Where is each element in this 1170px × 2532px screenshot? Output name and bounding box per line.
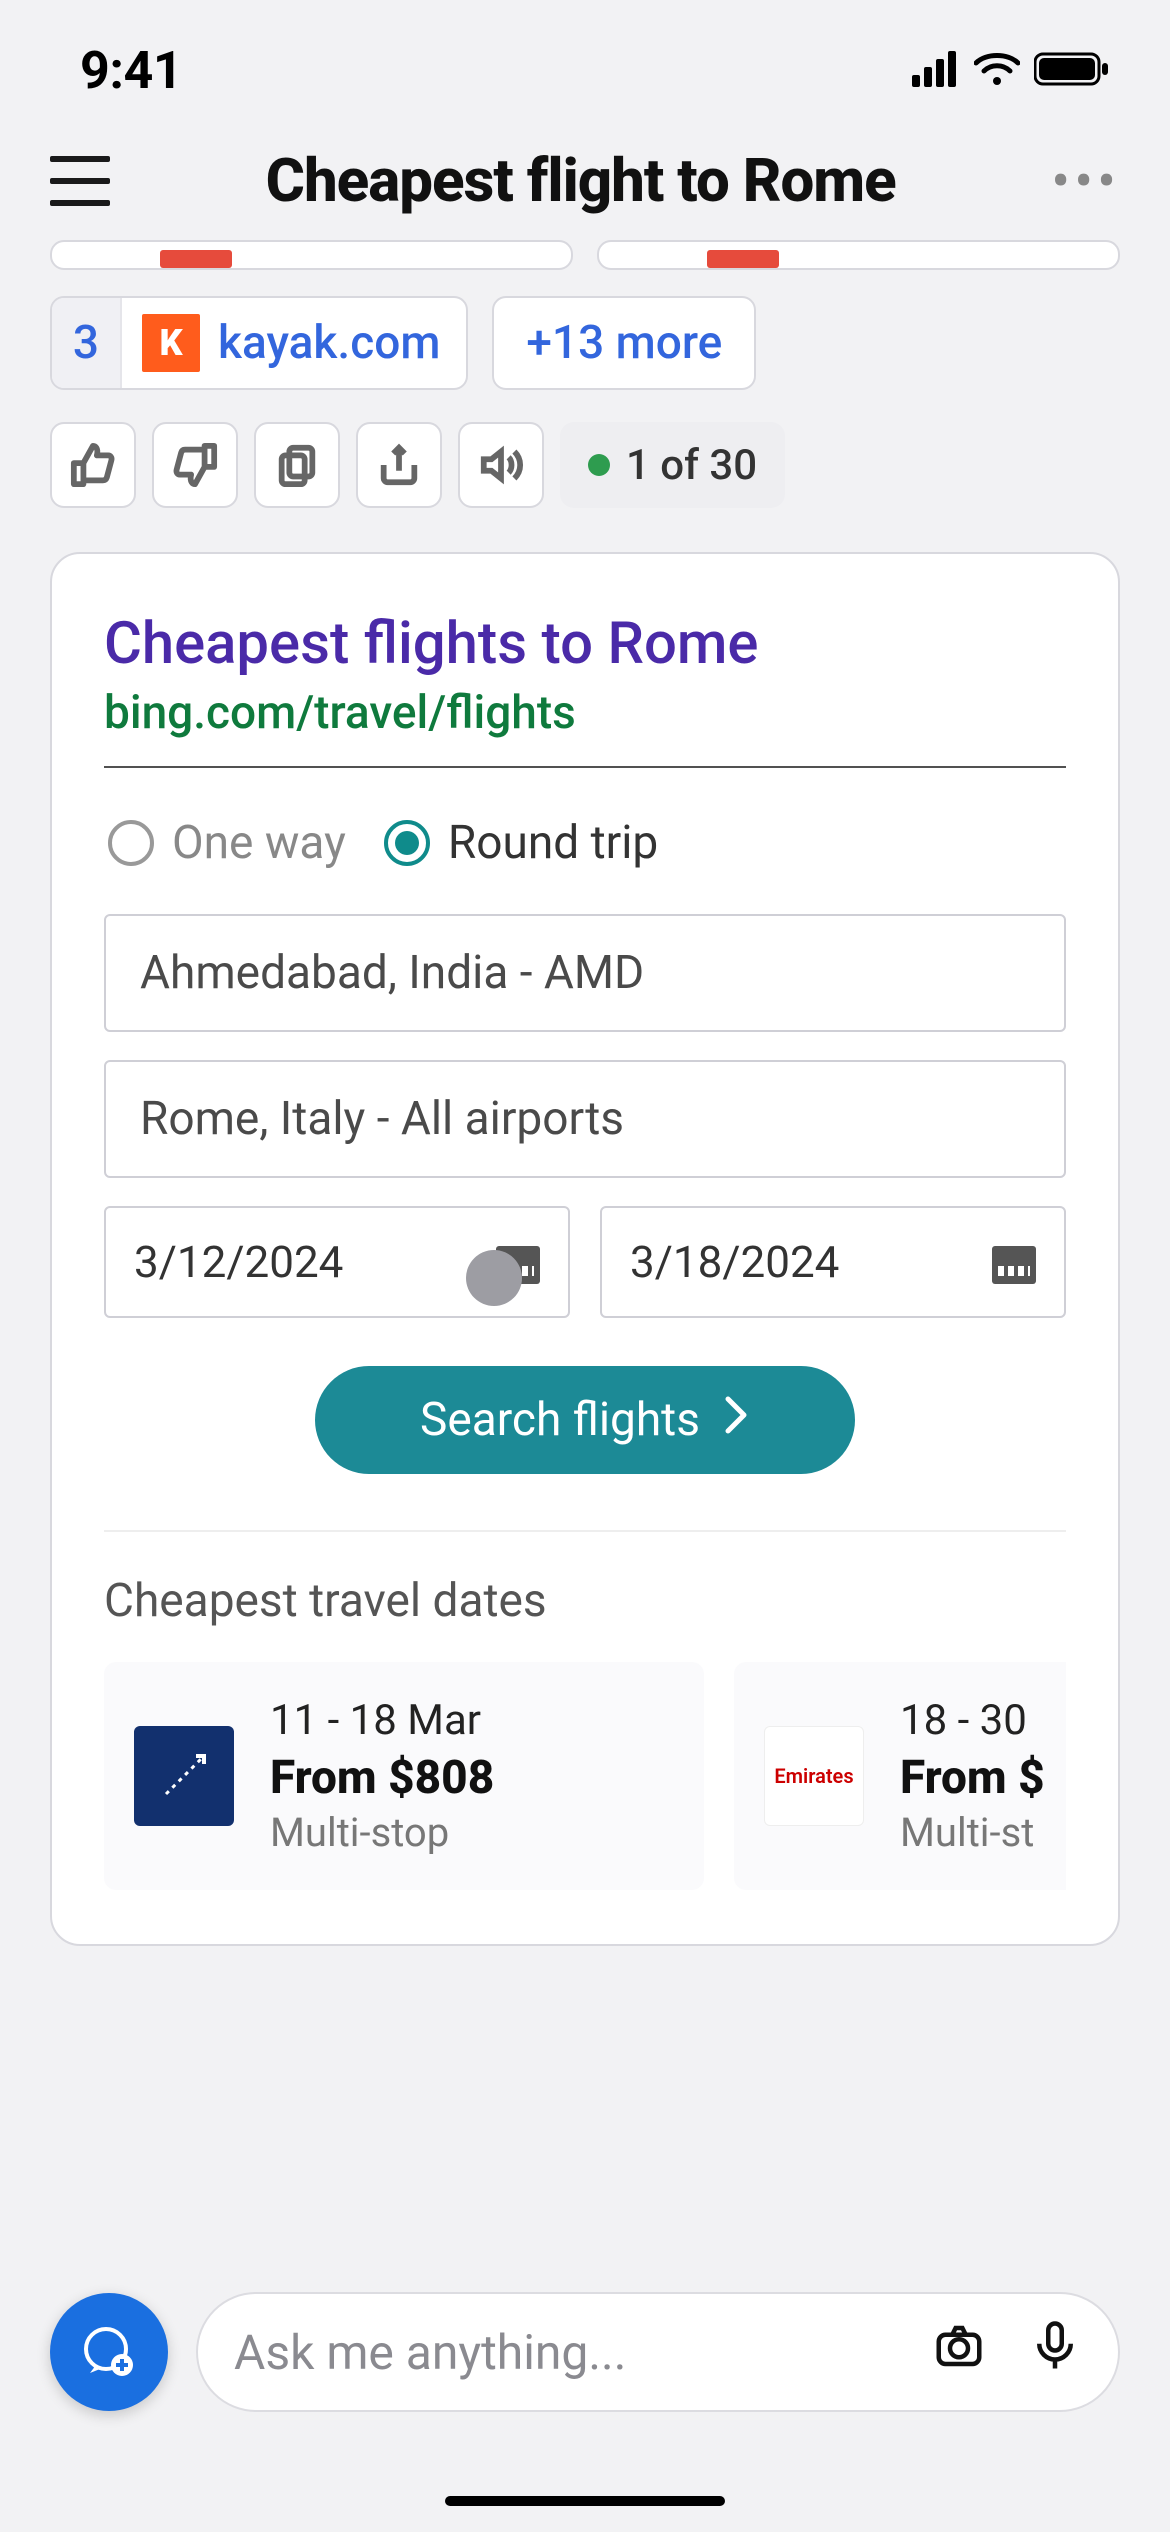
chip-label: +13 more [526, 316, 722, 370]
more-sources-chip[interactable]: +13 more [492, 296, 756, 390]
radio-unselected-icon [108, 820, 154, 866]
wifi-icon [974, 51, 1020, 91]
share-button[interactable] [356, 422, 442, 508]
cheapest-dates-label: Cheapest travel dates [104, 1574, 1066, 1628]
radio-selected-icon [384, 820, 430, 866]
more-button[interactable]: ••• [1051, 153, 1120, 209]
card-url[interactable]: bing.com/travel/flights [104, 686, 1066, 740]
status-icons [912, 51, 1110, 91]
divider [104, 766, 1066, 768]
copy-button[interactable] [254, 422, 340, 508]
deal-dates: 11 - 18 Mar [270, 1696, 494, 1745]
ask-input[interactable]: Ask me anything... [196, 2292, 1120, 2412]
thumbs-up-button[interactable] [50, 422, 136, 508]
one-way-option[interactable]: One way [108, 816, 346, 870]
deal-card[interactable]: Emirates 18 - 30 From $ Multi-st [734, 1662, 1066, 1890]
trip-type-selector: One way Round trip [104, 816, 1066, 870]
source-chip-kayak[interactable]: 3 K kayak.com [50, 296, 468, 390]
one-way-label: One way [172, 816, 346, 870]
dates-row: 3/12/2024 3/18/2024 [104, 1206, 1066, 1318]
source-chip-partial[interactable] [597, 240, 1120, 270]
new-chat-button[interactable] [50, 2293, 168, 2411]
nav-bar: Cheapest flight to Rome ••• [0, 121, 1170, 240]
read-aloud-button[interactable] [458, 422, 544, 508]
battery-icon [1034, 51, 1110, 91]
chevron-right-icon [722, 1393, 750, 1447]
calendar-icon [992, 1240, 1036, 1284]
divider [104, 1530, 1066, 1532]
deal-dates: 18 - 30 [900, 1696, 1045, 1745]
deal-stops: Multi-st [900, 1809, 1045, 1856]
depart-date-value: 3/12/2024 [134, 1236, 343, 1288]
thumbs-down-button[interactable] [152, 422, 238, 508]
round-trip-label: Round trip [448, 816, 658, 870]
round-trip-option[interactable]: Round trip [384, 816, 658, 870]
return-date-input[interactable]: 3/18/2024 [600, 1206, 1066, 1318]
touch-indicator [466, 1250, 522, 1306]
source-chip-partial[interactable] [50, 240, 573, 270]
bottom-bar: Ask me anything... [0, 2292, 1170, 2412]
flight-search-card: Cheapest flights to Rome bing.com/travel… [50, 552, 1120, 1946]
camera-icon[interactable] [932, 2319, 986, 2385]
deal-stops: Multi-stop [270, 1809, 494, 1856]
home-indicator [445, 2496, 725, 2506]
emirates-logo-icon: Emirates [764, 1726, 864, 1826]
status-time: 9:41 [80, 40, 182, 101]
feedback-actions-row: 1 of 30 [50, 422, 1120, 508]
source-chips-row-partial [50, 240, 1120, 270]
page-title: Cheapest flight to Rome [266, 145, 896, 216]
deal-price: From $ [900, 1751, 1045, 1805]
airline-logo-icon [134, 1726, 234, 1826]
source-chips-row: 3 K kayak.com +13 more [50, 296, 1120, 390]
return-date-value: 3/18/2024 [630, 1236, 839, 1288]
origin-input[interactable]: Ahmedabad, India - AMD [104, 914, 1066, 1032]
cellular-icon [912, 51, 960, 91]
status-dot-icon [588, 454, 610, 476]
ask-placeholder: Ask me anything... [234, 2324, 626, 2381]
status-bar: 9:41 [0, 0, 1170, 121]
card-title[interactable]: Cheapest flights to Rome [104, 610, 1066, 678]
search-flights-button[interactable]: Search flights [315, 1366, 855, 1474]
menu-button[interactable] [50, 156, 110, 206]
deal-card[interactable]: 11 - 18 Mar From $808 Multi-stop [104, 1662, 704, 1890]
search-button-label: Search flights [420, 1393, 700, 1447]
microphone-icon[interactable] [1028, 2319, 1082, 2385]
deals-row[interactable]: 11 - 18 Mar From $808 Multi-stop Emirate… [104, 1662, 1066, 1944]
kayak-logo-icon: K [142, 314, 200, 372]
chip-label: kayak.com [218, 316, 466, 370]
result-counter[interactable]: 1 of 30 [560, 422, 785, 508]
counter-text: 1 of 30 [626, 441, 757, 490]
chip-rank: 3 [52, 298, 122, 388]
destination-input[interactable]: Rome, Italy - All airports [104, 1060, 1066, 1178]
deal-price: From $808 [270, 1751, 494, 1805]
